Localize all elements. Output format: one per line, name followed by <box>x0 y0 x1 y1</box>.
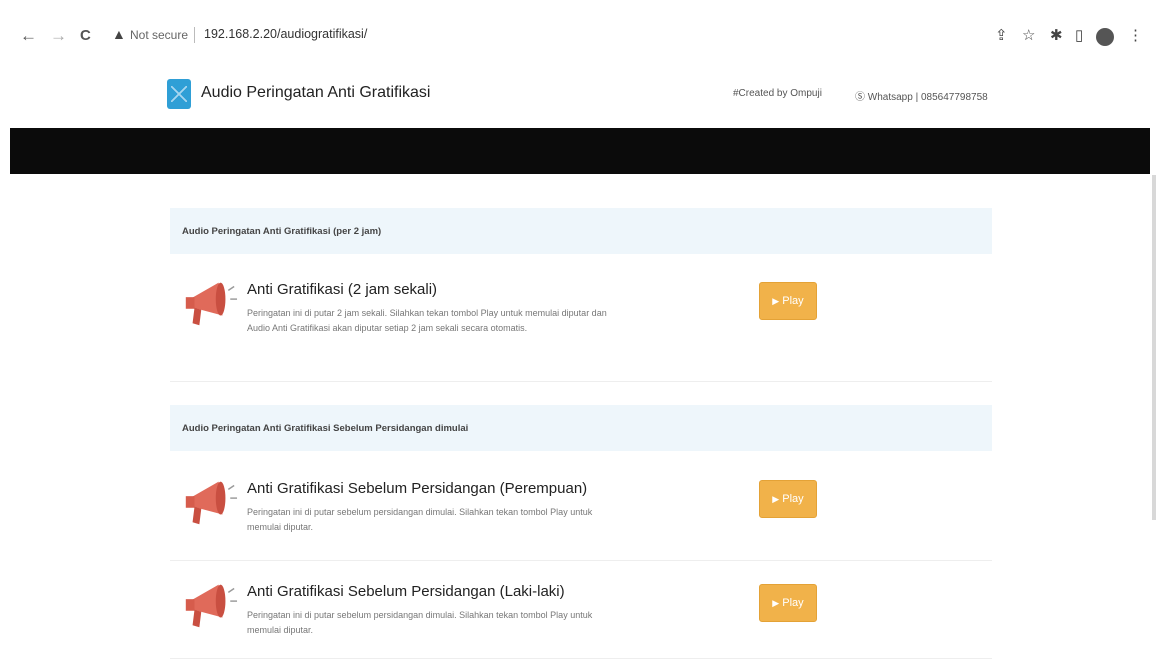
section-heading-text: Audio Peringatan Anti Gratifikasi Sebelu… <box>182 423 469 434</box>
play-button[interactable]: ▶ Play <box>759 480 817 518</box>
play-icon: ▶ <box>772 598 780 608</box>
play-button[interactable]: ▶ Play <box>759 584 817 622</box>
site-header: Audio Peringatan Anti Gratifikasi #Creat… <box>0 75 1156 117</box>
whatsapp-label: Whatsapp | 085647798758 <box>867 92 988 103</box>
item-title: Anti Gratifikasi (2 jam sekali) <box>247 281 438 298</box>
created-by-link[interactable]: #Created by Ompuji <box>733 88 822 99</box>
forward-icon[interactable]: → <box>50 25 67 47</box>
reload-icon[interactable]: C <box>80 25 91 47</box>
url-input[interactable]: 192.168.2.20/audiogratifikasi/ <box>204 27 367 41</box>
whatsapp-link[interactable]: Ⓢ Whatsapp | 085647798758 <box>855 88 988 103</box>
play-label: Play <box>782 295 804 307</box>
scrollbar[interactable] <box>1152 175 1156 520</box>
item-title: Anti Gratifikasi Sebelum Persidangan (La… <box>247 583 565 600</box>
address-bar-row: ← → C ▲ Not secure 192.168.2.20/audiogra… <box>0 22 1156 52</box>
play-icon: ▶ <box>772 494 780 504</box>
item-description: Peringatan ini di putar sebelum persidan… <box>247 610 593 635</box>
item-description: Peringatan ini di putar 2 jam sekali. Si… <box>247 308 607 333</box>
browser-toolbar: ← → C ▲ Not secure 192.168.2.20/audiogra… <box>0 0 1156 70</box>
list-item: Anti Gratifikasi Sebelum Persidangan (La… <box>170 561 992 659</box>
header-banner <box>10 128 1150 174</box>
megaphone-icon <box>185 481 238 525</box>
whatsapp-icon: Ⓢ <box>855 92 868 103</box>
share-icon[interactable]: ⇪ <box>995 26 1008 44</box>
megaphone-icon <box>185 584 238 628</box>
section-heading: Audio Peringatan Anti Gratifikasi Sebelu… <box>170 405 992 451</box>
item-description: Peringatan ini di putar sebelum persidan… <box>247 507 593 532</box>
extensions-icon[interactable]: ✱ <box>1050 26 1063 44</box>
star-icon[interactable]: ☆ <box>1022 26 1035 44</box>
menu-icon[interactable]: ⋮ <box>1128 26 1143 44</box>
list-item: Anti Gratifikasi (2 jam sekali) Peringat… <box>170 259 992 382</box>
play-button[interactable]: ▶ Play <box>759 282 817 320</box>
play-label: Play <box>782 493 804 505</box>
section-heading-text: Audio Peringatan Anti Gratifikasi (per 2… <box>182 226 382 237</box>
section-heading: Audio Peringatan Anti Gratifikasi (per 2… <box>170 208 992 254</box>
back-icon[interactable]: ← <box>20 25 37 47</box>
site-logo <box>167 79 191 109</box>
profile-icon[interactable] <box>1096 28 1114 46</box>
megaphone-icon <box>185 282 238 326</box>
play-label: Play <box>782 597 804 609</box>
warning-icon[interactable]: ▲ <box>112 26 126 42</box>
play-icon: ▶ <box>772 296 780 306</box>
site-title[interactable]: Audio Peringatan Anti Gratifikasi <box>201 84 430 102</box>
sidepanel-icon[interactable]: ▯ <box>1075 26 1083 44</box>
address-divider <box>194 27 195 43</box>
not-secure-label[interactable]: Not secure <box>130 28 188 42</box>
item-title: Anti Gratifikasi Sebelum Persidangan (Pe… <box>247 480 588 497</box>
list-item: Anti Gratifikasi Sebelum Persidangan (Pe… <box>170 458 992 561</box>
